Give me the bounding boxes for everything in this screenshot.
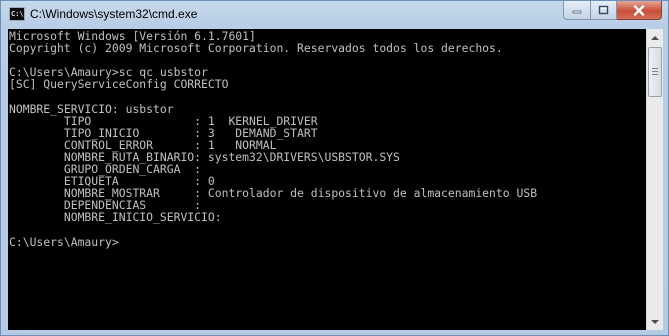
console-line: NOMBRE_INICIO_SERVICIO: — [9, 210, 222, 225]
console-line: [SC] QueryServiceConfig CORRECTO — [9, 77, 229, 92]
arrow-down-icon — [651, 319, 659, 324]
cmd-window: C:\ C:\Windows\system32\cmd.exe Microsof… — [0, 0, 669, 336]
maximize-button[interactable] — [591, 1, 617, 20]
minimize-button[interactable] — [563, 1, 591, 20]
console-line: Copyright (c) 2009 Microsoft Corporation… — [9, 41, 503, 56]
arrow-up-icon — [651, 35, 659, 40]
scroll-up-button[interactable] — [647, 29, 663, 46]
minimize-icon — [572, 10, 582, 14]
maximize-icon — [598, 5, 609, 15]
close-button[interactable] — [617, 1, 662, 20]
window-controls — [563, 1, 662, 21]
thumb-grip — [652, 71, 658, 72]
thumb-grip — [652, 68, 658, 69]
vertical-scrollbar[interactable] — [646, 29, 663, 330]
scrollbar-thumb[interactable] — [648, 47, 662, 97]
scroll-down-button[interactable] — [647, 313, 663, 330]
thumb-grip — [652, 74, 658, 75]
console-output[interactable]: Microsoft Windows [Versión 6.1.7601] Cop… — [8, 29, 646, 330]
close-icon — [633, 4, 645, 16]
title-bar[interactable]: C:\ C:\Windows\system32\cmd.exe — [1, 1, 668, 29]
window-title: C:\Windows\system32\cmd.exe — [30, 7, 198, 21]
console-line: C:\Users\Amaury> — [9, 234, 119, 249]
console-text: Microsoft Windows [Versión 6.1.7601] Cop… — [8, 29, 646, 248]
cmd-app-icon[interactable]: C:\ — [9, 7, 25, 21]
